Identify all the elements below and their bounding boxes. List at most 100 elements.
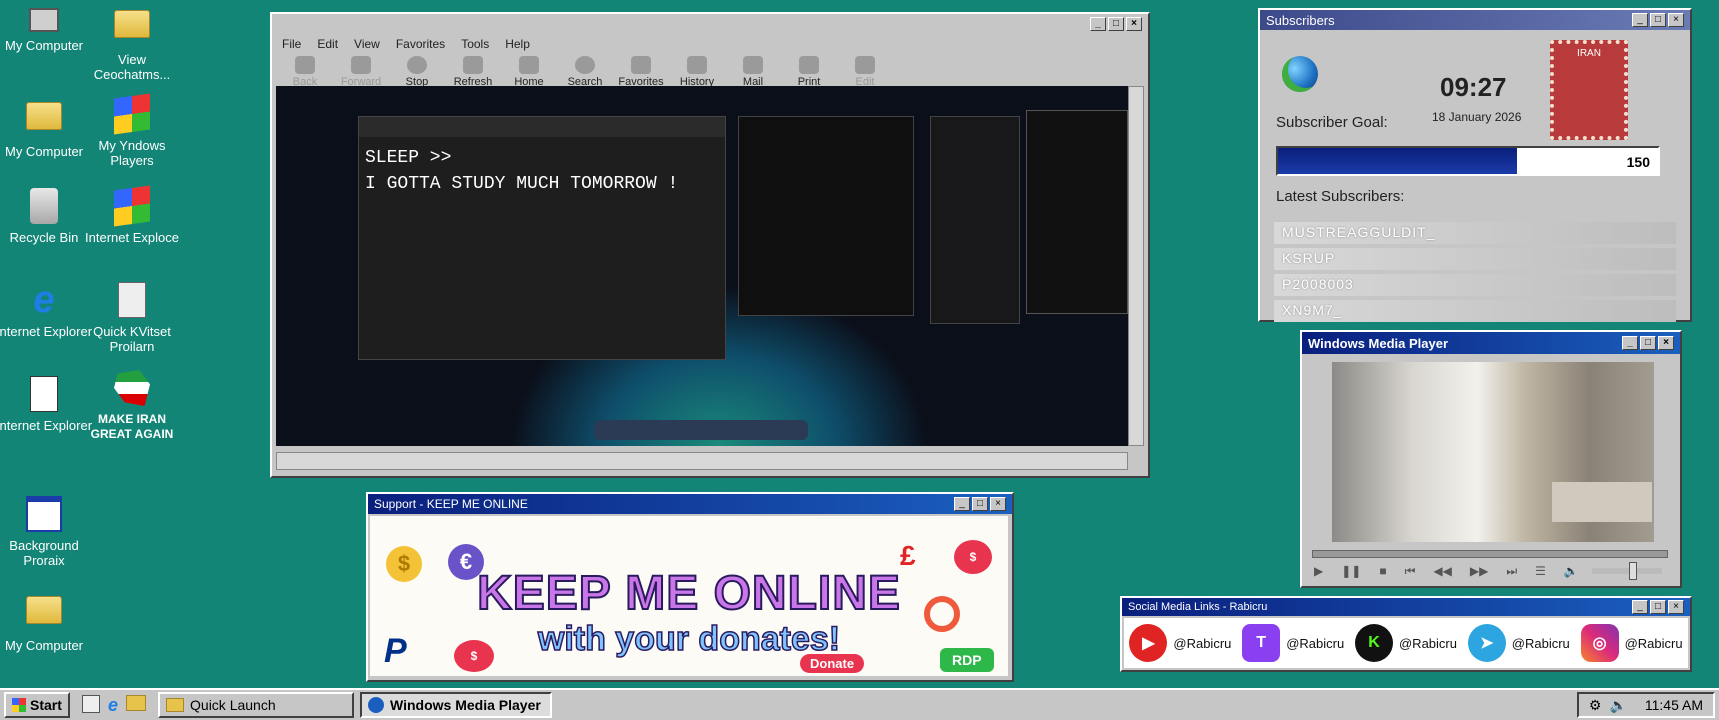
next-icon[interactable]: ⏭ <box>1506 564 1517 579</box>
instagram-icon: ◎ <box>1580 624 1619 662</box>
donate-button[interactable]: Donate <box>800 654 865 673</box>
rdp-button[interactable]: RDP <box>940 648 994 672</box>
quick-launch-button[interactable]: Quick Launch <box>158 692 355 718</box>
menu-help[interactable]: Help <box>505 37 530 51</box>
notepad-icon[interactable] <box>82 694 100 713</box>
horizontal-scrollbar[interactable] <box>276 452 1128 470</box>
desktop-icon-view-folder[interactable]: View Ceochatms... <box>82 4 182 82</box>
media-player-title: Windows Media Player <box>1308 335 1449 351</box>
desktop-icon-internet-explorer-2[interactable]: Internet Explorer <box>0 376 94 433</box>
seek-bar[interactable] <box>1312 550 1668 558</box>
maximize-button[interactable]: □ <box>972 497 988 511</box>
stop-icon[interactable]: ■ <box>1379 564 1386 579</box>
volume-slider[interactable] <box>1592 562 1662 580</box>
start-button[interactable]: Start <box>4 692 70 718</box>
forward-arrow-icon <box>351 56 371 74</box>
taskbar-window-media-player[interactable]: Windows Media Player <box>360 692 553 718</box>
desktop-icon-internet-exploce[interactable]: Internet Exploce <box>82 185 182 245</box>
maximize-button[interactable]: □ <box>1108 17 1124 31</box>
desktop-icon-recycle-bin[interactable]: Recycle Bin <box>0 188 94 245</box>
support-titlebar[interactable]: Support - KEEP ME ONLINE _ □ × <box>368 494 1012 514</box>
desktop-icon-media-players[interactable]: My Yndows Players <box>82 93 182 168</box>
menu-file[interactable]: File <box>282 37 301 51</box>
close-button[interactable]: × <box>1668 600 1684 614</box>
stop-button[interactable]: Stop <box>394 56 440 88</box>
browser-menubar: File Edit View Favorites Tools Help <box>272 34 1148 54</box>
subscribers-title: Subscribers <box>1266 12 1335 28</box>
banner-headline: KEEP ME ONLINE <box>476 566 901 621</box>
menu-favorites[interactable]: Favorites <box>396 37 445 51</box>
browser-window: _ □ × File Edit View Favorites Tools Help … <box>270 12 1150 478</box>
media-player-titlebar[interactable]: Windows Media Player _ □ × <box>1302 332 1680 354</box>
edit-button[interactable]: Edit <box>842 56 888 88</box>
internet-explorer-icon[interactable]: e <box>108 695 118 716</box>
vertical-scrollbar[interactable] <box>1128 86 1144 446</box>
close-button[interactable]: × <box>1658 336 1674 350</box>
volume-icon[interactable]: 🔈 <box>1564 564 1579 579</box>
taskbar-clock[interactable]: 11:45 AM <box>1645 697 1703 713</box>
close-button[interactable]: × <box>1126 17 1142 31</box>
volume-thumb[interactable] <box>1629 562 1638 580</box>
history-button[interactable]: History <box>674 56 720 88</box>
desktop-icon-make-iran-great[interactable]: MAKE IRAN GREAT AGAIN <box>82 370 182 442</box>
media-player-icon <box>368 697 385 713</box>
rewind-icon[interactable]: ◀◀ <box>1433 564 1451 579</box>
network-icon[interactable]: ⚙ <box>1589 697 1602 714</box>
folder-icon[interactable] <box>126 694 147 711</box>
desktop-icon-my-documents[interactable]: My Computer <box>0 96 94 159</box>
desktop-icon-quick-kvitset[interactable]: Quick KVitset Proilarn <box>82 282 182 354</box>
stream-text-line-1: SLEEP >> <box>365 148 452 168</box>
fast-forward-icon[interactable]: ▶▶ <box>1470 564 1488 579</box>
search-button[interactable]: Search <box>562 56 608 88</box>
back-button[interactable]: Back <box>282 56 328 88</box>
maximize-button[interactable]: □ <box>1650 13 1666 27</box>
menu-tools[interactable]: Tools <box>461 37 489 51</box>
volume-icon[interactable]: 🔈 <box>1609 697 1626 714</box>
subscriber-goal-bar: 150 <box>1276 146 1660 176</box>
close-button[interactable]: × <box>1668 13 1684 27</box>
menu-view[interactable]: View <box>354 37 380 51</box>
playlist-icon[interactable]: ☰ <box>1535 564 1546 579</box>
list-item: P2008003 <box>1274 274 1676 296</box>
system-tray: ⚙ 🔈 11:45 AM <box>1576 692 1715 718</box>
minimize-button[interactable]: _ <box>954 497 970 511</box>
notepad-window: SLEEP >> I GOTTA STUDY MUCH TOMORROW ! <box>358 116 726 360</box>
social-link-twitch[interactable]: T @Rabicru <box>1242 624 1344 662</box>
stamp-image: IRAN <box>1550 40 1628 140</box>
social-link-telegram[interactable]: ➤ @Rabicru <box>1467 624 1570 662</box>
minimize-button[interactable]: _ <box>1622 336 1638 350</box>
social-link-youtube[interactable]: ▶ @Rabicru <box>1129 624 1231 662</box>
social-titlebar[interactable]: Social Media Links - Rabicru _ □ × <box>1122 598 1690 616</box>
edit-icon <box>855 56 875 74</box>
forward-button[interactable]: Forward <box>338 56 384 88</box>
mail-button[interactable]: Mail <box>730 56 776 88</box>
desktop-icon-my-computer[interactable]: My Computer <box>0 4 94 53</box>
window-icon <box>26 496 62 532</box>
my-computer-icon <box>29 8 59 32</box>
print-button[interactable]: Print <box>786 56 832 88</box>
support-title: Support - KEEP ME ONLINE <box>374 497 528 511</box>
desktop-icon-internet-explorer[interactable]: e Internet Explorer <box>0 281 94 339</box>
minimize-button[interactable]: _ <box>1632 600 1648 614</box>
desktop-icon-my-computer-2[interactable]: My Computer <box>0 590 94 653</box>
maximize-button[interactable]: □ <box>1650 600 1666 614</box>
close-button[interactable]: × <box>990 497 1006 511</box>
maximize-button[interactable]: □ <box>1640 336 1656 350</box>
desktop-icon-background[interactable]: Background Proraix <box>0 496 94 568</box>
taskbar: Start e Quick Launch Windows Media Playe… <box>0 688 1719 720</box>
social-link-instagram[interactable]: ◎ @Rabicru <box>1580 624 1683 662</box>
minimize-button[interactable]: _ <box>1632 13 1648 27</box>
favorites-button[interactable]: Favorites <box>618 56 664 88</box>
minimize-button[interactable]: _ <box>1090 17 1106 31</box>
social-link-kick[interactable]: K @Rabicru <box>1354 624 1457 662</box>
subscribers-titlebar[interactable]: Subscribers _ □ × <box>1260 10 1690 30</box>
pause-icon[interactable]: ❚❚ <box>1341 564 1361 579</box>
refresh-button[interactable]: Refresh <box>450 56 496 88</box>
previous-icon[interactable]: ⏮ <box>1405 564 1416 579</box>
browser-titlebar[interactable]: _ □ × <box>272 14 1148 34</box>
menu-edit[interactable]: Edit <box>317 37 338 51</box>
youtube-icon: ▶ <box>1129 624 1168 662</box>
stream-screen: SLEEP >> I GOTTA STUDY MUCH TOMORROW ! <box>276 86 1128 446</box>
home-button[interactable]: Home <box>506 56 552 88</box>
play-icon[interactable]: ▶ <box>1314 564 1323 579</box>
